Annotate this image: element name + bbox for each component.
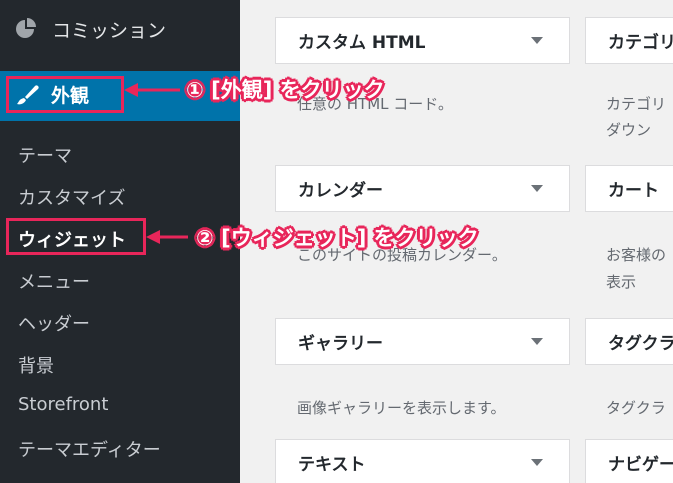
widget-title: ギャラリー — [298, 334, 383, 354]
highlight-box-widgets — [6, 218, 146, 255]
widget-gallery[interactable]: ギャラリー — [275, 318, 570, 365]
widget-title: ナビゲー — [608, 455, 673, 475]
widget-calendar[interactable]: カレンダー — [275, 165, 570, 212]
widget-description: カテゴリ — [606, 95, 667, 113]
widget-title: タグクラ — [608, 334, 673, 354]
chevron-down-icon[interactable] — [531, 459, 543, 466]
annotation-step1: ① [外観] をクリック — [186, 78, 385, 102]
sidebar-item-commission[interactable]: コミッション — [0, 0, 240, 58]
widget-title: カテゴリ — [608, 33, 673, 53]
arrow-left-icon — [124, 83, 180, 97]
widget-navigation[interactable]: ナビゲー — [585, 439, 673, 483]
paintbrush-icon — [17, 84, 39, 104]
sidebar-item-label: コミッション — [52, 19, 167, 42]
widget-title: テキスト — [298, 455, 366, 475]
widget-title: カレンダー — [298, 181, 383, 201]
arrow-left-icon — [146, 230, 188, 244]
submenu-header[interactable]: ヘッダー — [18, 310, 90, 336]
widget-description: ダウン — [606, 121, 652, 139]
widget-description: 画像ギャラリーを表示します。 — [297, 399, 506, 417]
widget-description: タグクラ — [606, 399, 666, 417]
chevron-down-icon[interactable] — [531, 37, 543, 44]
annotation-step2: ② [ウィジェット] をクリック — [196, 226, 479, 250]
widget-tag-cloud[interactable]: タグクラ — [585, 318, 673, 365]
submenu-storefront[interactable]: Storefront — [18, 394, 108, 415]
widget-cart[interactable]: カート — [585, 165, 673, 212]
widget-custom-html[interactable]: カスタム HTML — [275, 17, 570, 64]
submenu-theme-editor[interactable]: テーマエディター — [18, 436, 161, 462]
submenu-menus[interactable]: メニュー — [18, 268, 90, 294]
widget-description: お客様の — [606, 246, 667, 264]
widget-description: 表示 — [606, 273, 637, 291]
widget-title: カート — [608, 181, 659, 201]
widget-categories[interactable]: カテゴリ — [585, 17, 673, 64]
sidebar-item-label: 外観 — [51, 85, 90, 107]
submenu-themes[interactable]: テーマ — [18, 142, 72, 168]
widget-title: カスタム HTML — [298, 33, 426, 53]
submenu-customize[interactable]: カスタマイズ — [18, 184, 125, 210]
widget-text[interactable]: テキスト — [275, 439, 570, 483]
submenu-background[interactable]: 背景 — [18, 352, 54, 378]
chevron-down-icon[interactable] — [531, 185, 543, 192]
chevron-down-icon[interactable] — [531, 338, 543, 345]
highlight-box-appearance: 外観 — [6, 76, 124, 113]
pie-chart-icon — [16, 18, 36, 38]
